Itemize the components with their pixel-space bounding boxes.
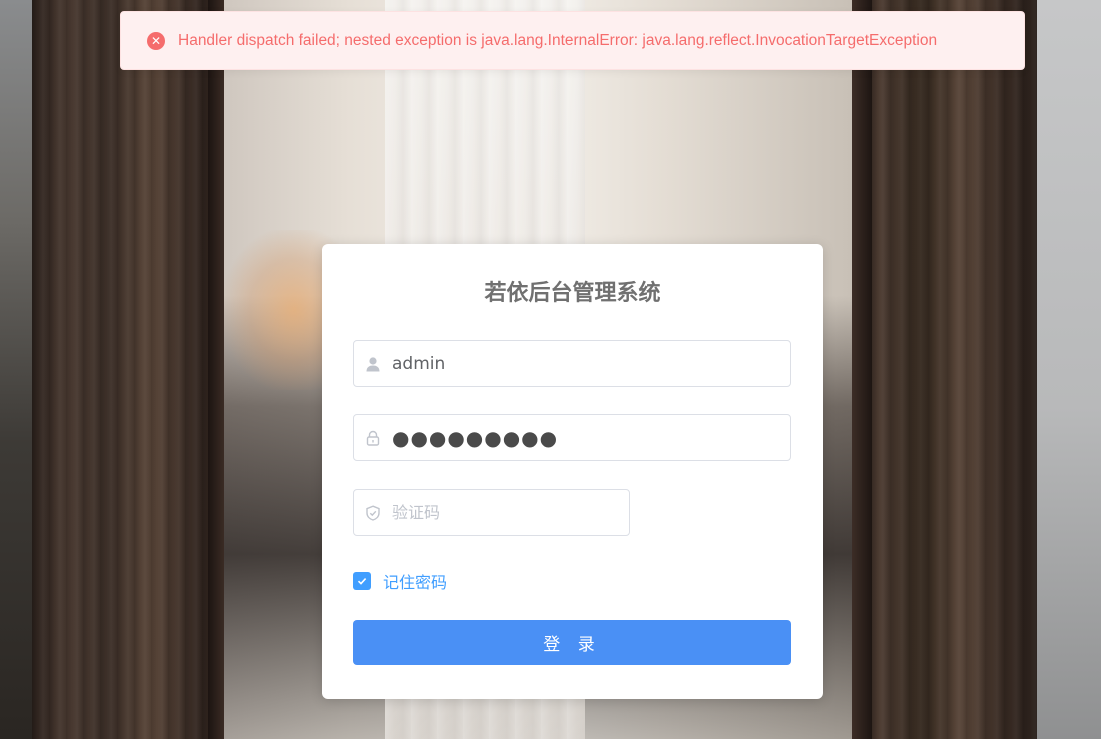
checkbox-checked-icon[interactable] (353, 572, 371, 590)
captcha-input[interactable] (392, 490, 629, 535)
shield-icon (354, 490, 392, 535)
remember-password-label[interactable]: 记住密码 (383, 569, 447, 593)
username-field[interactable] (353, 340, 791, 387)
login-title: 若依后台管理系统 (484, 281, 661, 306)
error-message: ✕ Handler dispatch failed; nested except… (120, 11, 1025, 70)
background-left-beam (32, 0, 224, 739)
password-field[interactable] (353, 414, 791, 461)
background-right-wall (1037, 0, 1101, 739)
password-input[interactable] (392, 415, 790, 460)
background-right-beam (852, 0, 1037, 739)
username-input[interactable] (392, 341, 790, 386)
lock-icon (354, 415, 392, 460)
login-button[interactable]: 登 录 (353, 620, 791, 665)
error-circle-icon: ✕ (147, 31, 165, 50)
login-form: 若依后台管理系统 admin ●●●●●●●●● 验证码 记住密码 登 录 (322, 244, 823, 699)
user-icon (354, 341, 392, 386)
remember-password-checkbox[interactable]: 记住密码 (353, 569, 447, 593)
captcha-field[interactable] (353, 489, 630, 536)
error-message-text: Handler dispatch failed; nested exceptio… (178, 31, 938, 49)
